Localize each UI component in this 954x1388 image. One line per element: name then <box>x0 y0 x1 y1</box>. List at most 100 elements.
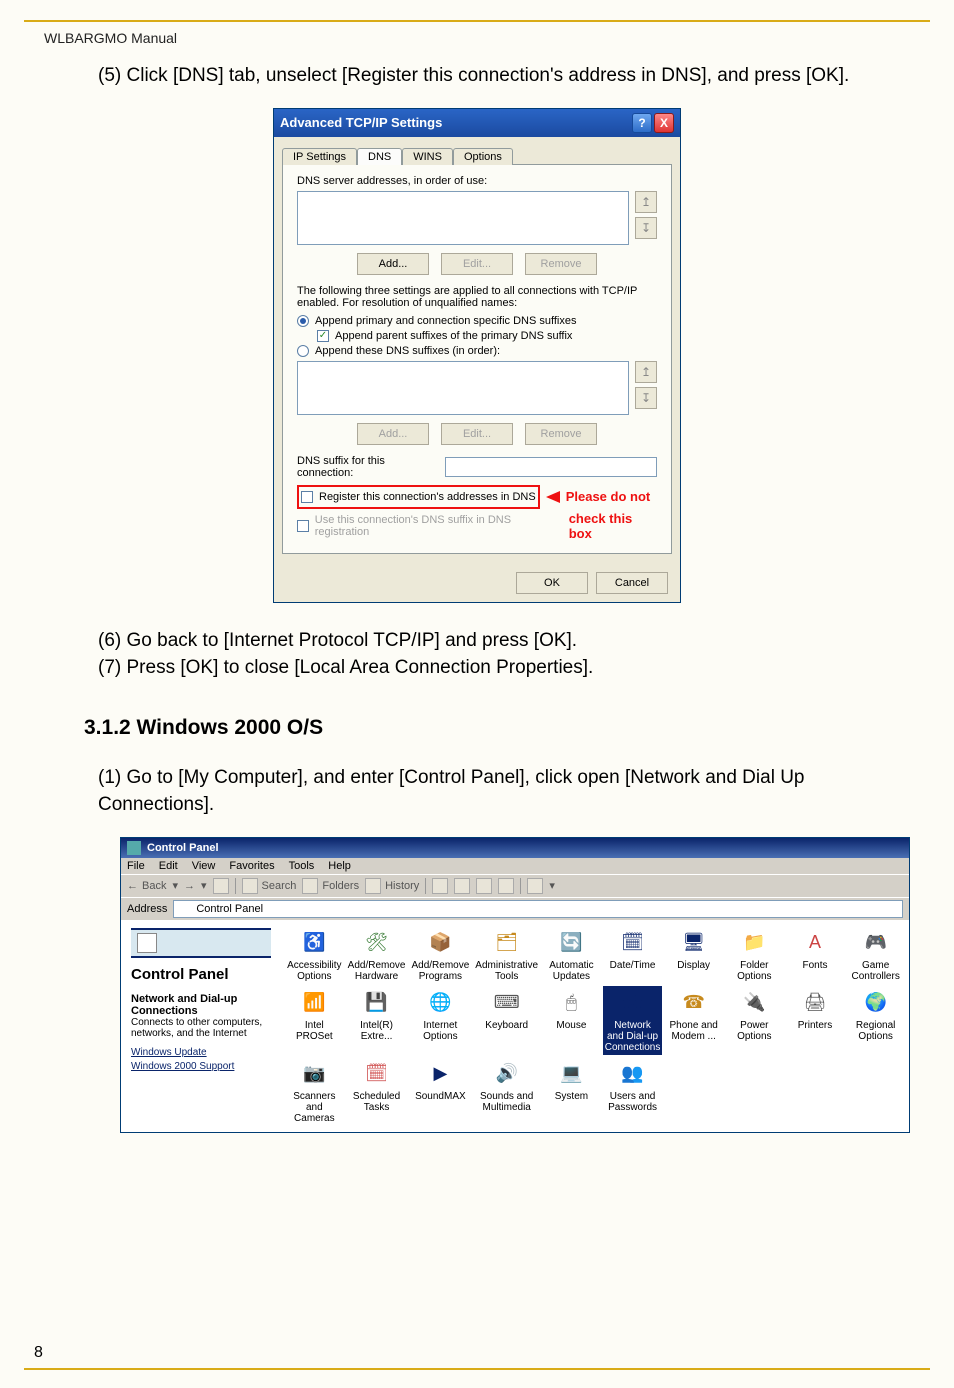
dns-servers-label: DNS server addresses, in order of use: <box>297 175 657 187</box>
cp-item[interactable]: 📦Add/Remove Programs <box>409 926 471 984</box>
check-append-parent-label: Append parent suffixes of the primary DN… <box>335 330 572 342</box>
cp-side-desc-head: Network and Dial-up Connections <box>131 993 271 1017</box>
history-button[interactable]: History <box>365 878 419 894</box>
cp-item[interactable]: 🖨Printers <box>786 986 845 1033</box>
cp-item[interactable]: 🌍Regional Options <box>846 986 905 1044</box>
cp-item-icon: 🗓 <box>362 1059 392 1089</box>
cp-item-icon: 🖱 <box>556 988 586 1018</box>
edit-button-2[interactable]: Edit... <box>441 423 513 445</box>
cp-item-icon: 🖧 <box>618 988 648 1018</box>
cp-item[interactable]: 💾Intel(R) Extre... <box>346 986 408 1044</box>
cp-item-icon: 🗂 <box>492 928 522 958</box>
cp-item[interactable]: 🌐Internet Options <box>409 986 471 1044</box>
cp-toolbar: ← Back ▾→▾ Search Folders History ▾ <box>121 874 909 897</box>
tab-dns[interactable]: DNS <box>357 148 402 165</box>
cp-item[interactable]: 🎮Game Controllers <box>846 926 905 984</box>
up-icon[interactable] <box>213 878 229 894</box>
cp-item[interactable]: 🔌Power Options <box>725 986 784 1044</box>
check-append-parent[interactable]: Append parent suffixes of the primary DN… <box>317 330 657 342</box>
cp-item[interactable]: ♿Accessibility Options <box>285 926 344 984</box>
cp-item[interactable]: 🔊Sounds and Multimedia <box>473 1057 540 1115</box>
dns-servers-listbox[interactable] <box>297 191 629 245</box>
cp-item-label: Internet Options <box>411 1020 469 1042</box>
check-register-dns-label: Register this connection's addresses in … <box>319 491 536 503</box>
tab-options[interactable]: Options <box>453 148 513 165</box>
radio-append-these[interactable]: Append these DNS suffixes (in order): <box>297 345 657 357</box>
radio-append-primary[interactable]: Append primary and connection specific D… <box>297 315 657 327</box>
close-icon[interactable]: X <box>654 113 674 133</box>
cp-item[interactable]: ☎Phone and Modem ... <box>664 986 723 1044</box>
cp-item[interactable]: 📶Intel PROSet <box>285 986 344 1044</box>
cp-item[interactable]: ⌨ Keyboard <box>473 986 540 1033</box>
add-button[interactable]: Add... <box>357 253 429 275</box>
control-panel-screenshot: Control Panel File Edit View Favorites T… <box>120 837 910 1133</box>
cp-item[interactable]: 🔄Automatic Updates <box>542 926 601 984</box>
cp-item[interactable]: 📁Folder Options <box>725 926 784 984</box>
cp-item[interactable]: 👥Users and Passwords <box>603 1057 663 1115</box>
folders-button[interactable]: Folders <box>302 878 359 894</box>
back-button[interactable]: ← Back <box>127 880 166 892</box>
cp-item[interactable]: 🗂Administrative Tools <box>473 926 540 984</box>
moveto-icon[interactable] <box>432 878 448 894</box>
cp-item-icon: 📁 <box>739 928 769 958</box>
copyto-icon[interactable] <box>454 878 470 894</box>
cp-item-label: Intel PROSet <box>287 1020 342 1042</box>
move-up-icon[interactable]: ↥ <box>635 361 657 383</box>
tab-wins[interactable]: WINS <box>402 148 453 165</box>
cp-titlebar: Control Panel <box>121 838 909 858</box>
dns-suffixes-listbox[interactable] <box>297 361 629 415</box>
link-windows-2000-support[interactable]: Windows 2000 Support <box>131 1061 271 1072</box>
help-icon[interactable]: ? <box>632 113 652 133</box>
cp-item[interactable]: 🖱Mouse <box>542 986 601 1033</box>
cp-item[interactable]: 🗓Date/Time <box>603 926 663 973</box>
cp-item-label: Game Controllers <box>848 960 903 982</box>
edit-button[interactable]: Edit... <box>441 253 513 275</box>
address-label: Address <box>127 903 167 915</box>
step-1: (1) Go to [My Computer], and enter [Cont… <box>98 764 894 819</box>
cp-item[interactable]: 🗓Scheduled Tasks <box>346 1057 408 1115</box>
menu-edit[interactable]: Edit <box>159 860 178 872</box>
cp-item-label: Add/Remove Programs <box>411 960 469 982</box>
cp-item-label: Intel(R) Extre... <box>348 1020 406 1042</box>
cancel-button[interactable]: Cancel <box>596 572 668 594</box>
cp-item[interactable]: 🛠Add/Remove Hardware <box>346 926 408 984</box>
bottom-rule <box>24 1368 930 1370</box>
check-use-suffix[interactable]: Use this connection's DNS suffix in DNS … <box>297 514 563 538</box>
cp-item[interactable]: 🖧Network and Dial-up Connections <box>603 986 663 1055</box>
cp-item[interactable]: ▶SoundMAX <box>409 1057 471 1104</box>
check-register-dns[interactable]: Register this connection's addresses in … <box>301 491 536 503</box>
move-down-icon[interactable]: ↧ <box>635 217 657 239</box>
cp-item[interactable]: 📷Scanners and Cameras <box>285 1057 344 1126</box>
address-field[interactable]: Control Panel <box>173 900 903 918</box>
remove-button[interactable]: Remove <box>525 253 597 275</box>
back-label: Back <box>142 880 166 892</box>
move-up-icon[interactable]: ↥ <box>635 191 657 213</box>
add-button-2[interactable]: Add... <box>357 423 429 445</box>
cp-item-label: Keyboard <box>485 1020 528 1031</box>
menu-tools[interactable]: Tools <box>289 860 315 872</box>
menu-view[interactable]: View <box>192 860 216 872</box>
ok-button[interactable]: OK <box>516 572 588 594</box>
address-value: Control Panel <box>196 903 263 915</box>
menu-file[interactable]: File <box>127 860 145 872</box>
cp-item-icon: ⌨ <box>492 988 522 1018</box>
menu-favorites[interactable]: Favorites <box>229 860 274 872</box>
top-rule <box>24 20 930 22</box>
cp-addressbar: Address Control Panel <box>121 897 909 920</box>
dialog-titlebar: Advanced TCP/IP Settings ? X <box>274 109 680 137</box>
cp-item[interactable]: AFonts <box>786 926 845 973</box>
menu-help[interactable]: Help <box>328 860 351 872</box>
undo-icon[interactable] <box>498 878 514 894</box>
cp-item[interactable]: 💻System <box>542 1057 601 1104</box>
remove-button-2[interactable]: Remove <box>525 423 597 445</box>
search-button[interactable]: Search <box>242 878 297 894</box>
views-icon[interactable] <box>527 878 543 894</box>
cp-item-label: Date/Time <box>610 960 656 971</box>
cp-item[interactable]: 🖥Display <box>664 926 723 973</box>
tab-ip-settings[interactable]: IP Settings <box>282 148 357 165</box>
dns-suffix-input[interactable] <box>445 457 657 477</box>
delete-icon[interactable] <box>476 878 492 894</box>
radio-dot-icon <box>297 345 309 357</box>
link-windows-update[interactable]: Windows Update <box>131 1047 271 1058</box>
move-down-icon[interactable]: ↧ <box>635 387 657 409</box>
